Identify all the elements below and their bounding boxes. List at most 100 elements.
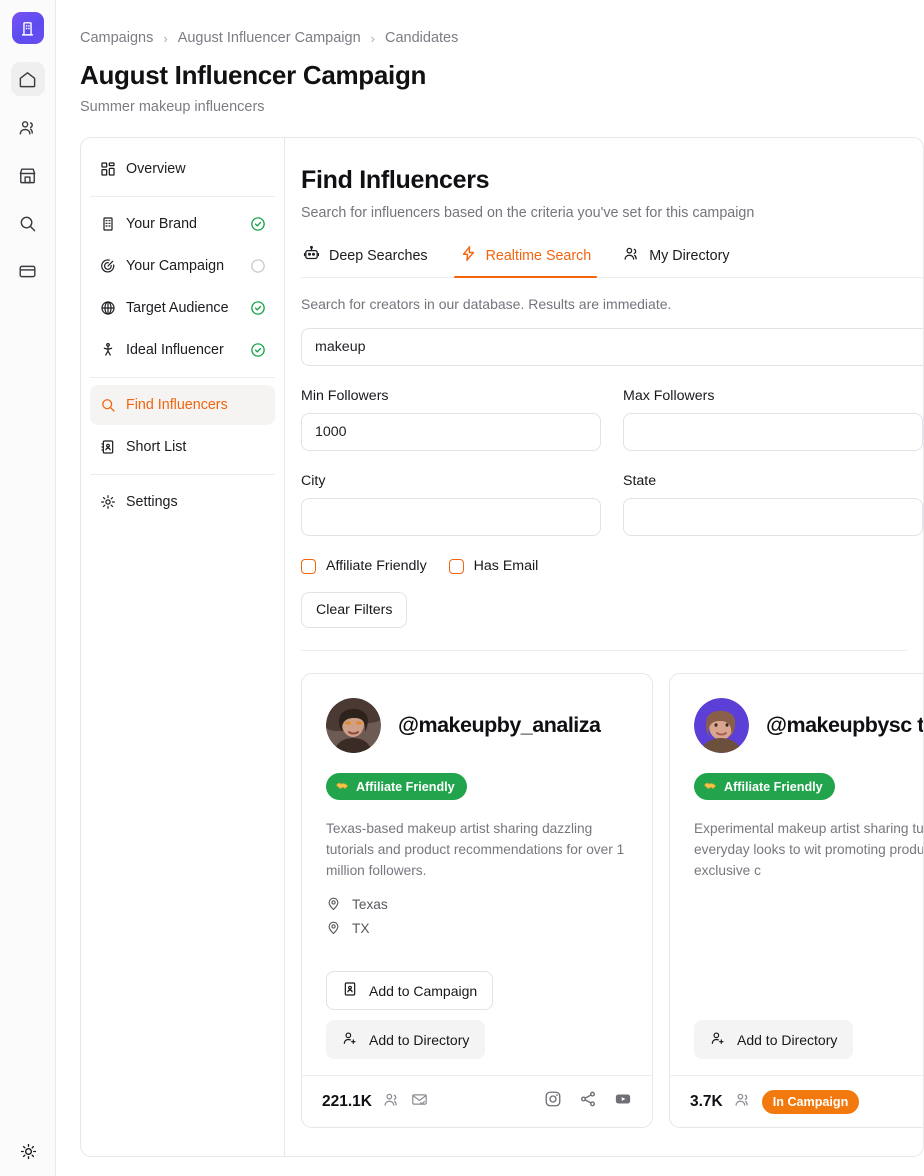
contact-book-icon: [99, 439, 116, 456]
has-email-checkbox[interactable]: [448, 558, 464, 574]
sidebar-item-label: Target Audience: [126, 300, 229, 316]
sidebar-item-overview[interactable]: Overview: [90, 149, 275, 189]
state-label: State: [623, 473, 657, 489]
sun-icon[interactable]: [11, 1134, 45, 1168]
card-actions: Add to Campaign Add to Directory: [302, 961, 652, 1075]
rail-item-home[interactable]: [10, 62, 45, 96]
content-row: Overview Your Brand Your Campaign Target…: [80, 137, 924, 1157]
clear-filters-button[interactable]: Clear Filters: [301, 592, 408, 628]
tab-label: Deep Searches: [329, 247, 428, 264]
affiliate-friendly-checkbox[interactable]: [301, 558, 316, 574]
page-title: August Influencer Campaign: [80, 60, 427, 90]
breadcrumb-item-0[interactable]: Campaigns: [80, 30, 153, 46]
handshake-icon: [335, 778, 349, 795]
sidebar-item-ideal-influencer[interactable]: Ideal Influencer: [90, 330, 275, 370]
max-followers-field: Max Followers: [623, 388, 923, 451]
chevron-right-icon: ›: [370, 30, 376, 46]
card-header: @makeupbysc t: [694, 698, 923, 753]
max-followers-input[interactable]: [623, 413, 923, 451]
building-logo-icon[interactable]: [11, 12, 44, 44]
badge-label: Affiliate Friendly: [356, 779, 455, 794]
person-icon: [99, 342, 116, 359]
sidebar-item-target-audience[interactable]: Target Audience: [90, 288, 275, 328]
add-to-campaign-button[interactable]: Add to Campaign: [326, 971, 494, 1010]
tab-deep-searches[interactable]: Deep Searches: [301, 245, 430, 277]
sidebar-item-your-campaign[interactable]: Your Campaign: [90, 246, 275, 286]
location-filter-row: City State: [301, 473, 923, 536]
user-plus-icon: [342, 1030, 358, 1049]
influencer-handle: @makeupby_analiza: [398, 712, 601, 737]
state-field: State: [623, 473, 923, 536]
affiliate-friendly-label: Affiliate Friendly: [326, 558, 427, 574]
rail-item-people[interactable]: [11, 110, 45, 144]
find-influencers-panel: Find Influencers Search for influencers …: [284, 137, 924, 1157]
card-footer: 221.1K: [302, 1075, 652, 1127]
min-followers-input[interactable]: 1000: [301, 413, 601, 451]
rail-item-billing[interactable]: [11, 254, 45, 288]
footer-stats: 3.7K In Campaign: [690, 1089, 860, 1114]
card-body: @makeupby_analiza Affiliate Friendly Tex…: [302, 674, 652, 961]
sidebar-item-label: Overview: [126, 161, 186, 177]
influencer-description: Texas-based makeup artist sharing dazzli…: [326, 821, 625, 879]
location-item: TX: [326, 920, 628, 938]
location-item: Texas: [326, 896, 628, 914]
breadcrumb-item-2[interactable]: Candidates: [385, 30, 458, 46]
pin-icon: [326, 896, 341, 914]
nav-divider: [90, 377, 275, 378]
sidebar-item-settings[interactable]: Settings: [90, 482, 275, 522]
youtube-icon[interactable]: [614, 1090, 632, 1113]
card-actions: Add to Directory: [670, 1010, 923, 1075]
share-icon[interactable]: [579, 1090, 597, 1113]
sidebar-item-your-brand[interactable]: Your Brand: [90, 204, 275, 244]
city-field: City: [301, 473, 601, 536]
gear-icon: [99, 494, 116, 511]
state-input[interactable]: [623, 498, 923, 536]
checkbox-row: Affiliate Friendly Has Email: [301, 558, 923, 574]
city-label: City: [301, 473, 326, 489]
influencer-card[interactable]: @makeupbysc t Affiliate Friendly Experim…: [669, 673, 923, 1128]
location-label: TX: [352, 921, 370, 937]
grid-icon: [99, 161, 116, 178]
sidebar-item-short-list[interactable]: Short List: [90, 427, 275, 467]
status-badge-complete: [250, 342, 266, 358]
results-grid: @makeupby_analiza Affiliate Friendly Tex…: [301, 673, 923, 1128]
badge-label: Affiliate Friendly: [724, 779, 823, 794]
results-divider: [301, 650, 907, 651]
app-root: Campaigns › August Influencer Campaign ›…: [0, 0, 924, 1176]
avatar: [326, 698, 381, 753]
influencer-card[interactable]: @makeupby_analiza Affiliate Friendly Tex…: [301, 673, 653, 1128]
sidebar-item-label: Short List: [126, 439, 187, 455]
search-input-wrap: makeup: [301, 328, 923, 366]
city-input[interactable]: [301, 498, 601, 536]
mail-check-icon: [411, 1091, 428, 1113]
rail-item-search[interactable]: [11, 206, 45, 240]
social-links: [544, 1090, 632, 1113]
tab-my-directory[interactable]: My Directory: [621, 245, 731, 277]
panel-subtitle: Search for influencers based on the crit…: [301, 205, 755, 221]
chevron-right-icon: ›: [163, 30, 168, 46]
add-to-directory-button[interactable]: Add to Directory: [326, 1020, 486, 1059]
global-sidebar: [0, 0, 56, 1176]
status-badge-complete: [250, 216, 266, 232]
panel-title: Find Influencers: [301, 166, 490, 194]
tab-realtime-search[interactable]: Realtime Search: [453, 245, 597, 278]
building-icon: [99, 216, 116, 233]
page-subtitle: Summer makeup influencers: [80, 99, 265, 115]
has-email-label: Has Email: [473, 558, 539, 574]
sidebar-item-find-influencers[interactable]: Find Influencers: [90, 385, 275, 425]
sidebar-item-label: Ideal Influencer: [126, 342, 224, 358]
add-to-directory-button[interactable]: Add to Directory: [694, 1020, 854, 1059]
rail-item-brands[interactable]: [11, 158, 45, 192]
follower-count: 221.1K: [322, 1092, 372, 1110]
search-tabs: Deep Searches Realtime Search My Directo…: [301, 245, 923, 278]
globe-icon: [99, 300, 116, 317]
card-body: @makeupbysc t Affiliate Friendly Experim…: [670, 674, 923, 1010]
robot-icon: [303, 245, 320, 266]
instagram-icon[interactable]: [544, 1090, 562, 1113]
min-followers-label: Min Followers: [301, 388, 389, 404]
status-badge-complete: [250, 300, 266, 316]
breadcrumb-item-1[interactable]: August Influencer Campaign: [178, 30, 361, 46]
button-label: Add to Directory: [369, 1031, 470, 1048]
location-label: Texas: [352, 897, 388, 913]
search-input[interactable]: makeup: [301, 328, 923, 366]
